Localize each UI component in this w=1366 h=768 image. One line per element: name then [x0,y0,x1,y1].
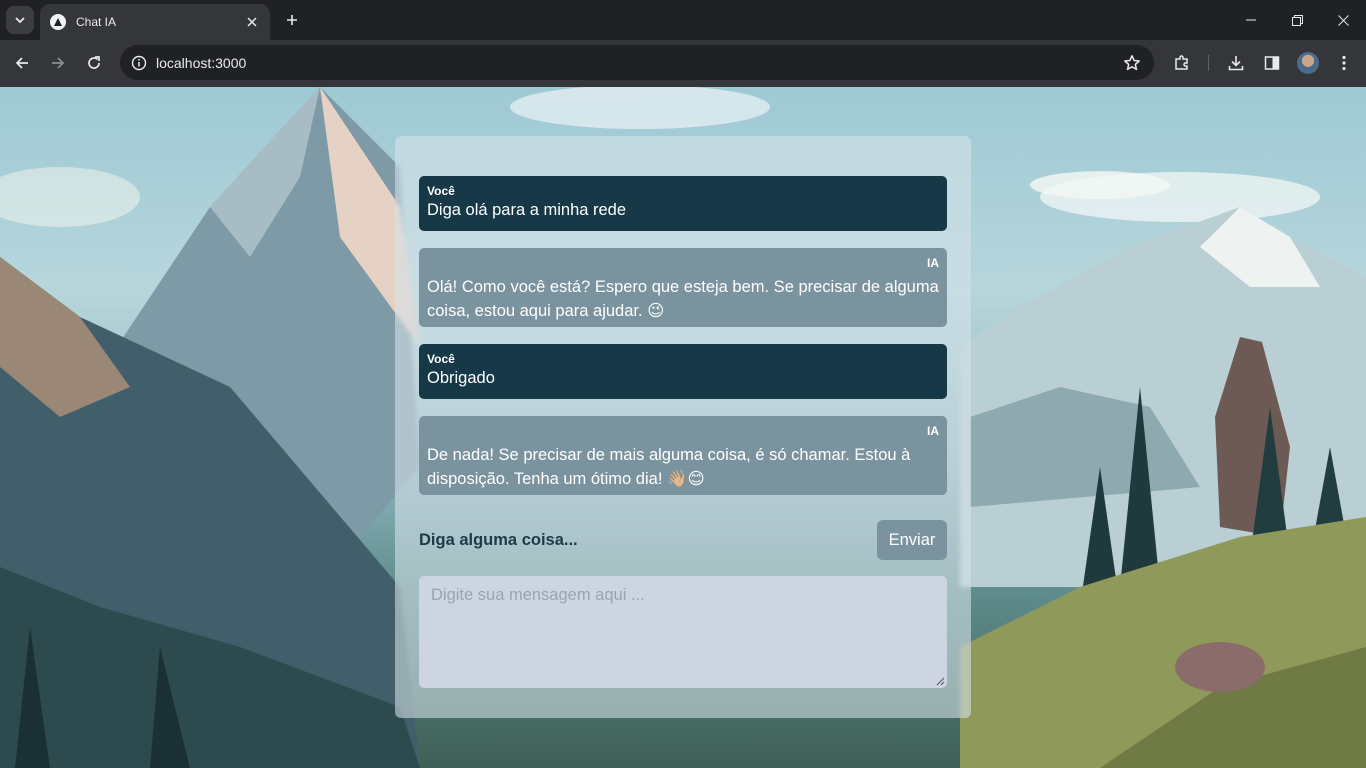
send-button[interactable]: Enviar [877,520,947,560]
browser-tab-bar: Chat IA [0,0,1366,40]
close-window-button[interactable] [1320,0,1366,40]
arrow-left-icon [15,57,28,69]
new-tab-button[interactable] [280,8,304,32]
forward-button[interactable] [46,51,70,75]
reload-button[interactable] [82,51,106,75]
chat-message-ai: IA Olá! Como você está? Espero que estej… [419,248,947,327]
prompt-row: Diga alguma coisa... Enviar [419,520,947,560]
chat-card: Você Diga olá para a minha rede IA Olá! … [395,136,971,718]
message-sender: Você [427,352,455,366]
message-textarea[interactable]: Digite sua mensagem aqui ... [419,576,947,688]
restore-icon [1291,14,1303,26]
close-icon [1337,14,1349,26]
toolbar-separator [1208,55,1209,71]
address-bar[interactable]: localhost:3000 [120,45,1154,80]
bookmark-button[interactable] [1120,51,1144,75]
browser-tab-active[interactable]: Chat IA [40,4,270,40]
message-text: Diga olá para a minha rede [427,201,627,219]
tab-title: Chat IA [76,15,117,29]
download-icon [1228,56,1244,71]
message-sender: IA [927,256,939,270]
textarea-placeholder: Digite sua mensagem aqui ... [431,586,645,604]
url-text[interactable]: localhost:3000 [156,55,1120,71]
browser-toolbar: localhost:3000 [0,40,1366,87]
resize-handle-icon[interactable] [935,676,945,686]
chat-message-user: Você Obrigado [419,344,947,399]
back-button[interactable] [10,51,34,75]
restore-button[interactable] [1274,0,1320,40]
chat-message-ai: IA De nada! Se precisar de mais alguma c… [419,416,947,495]
reload-icon [88,56,100,69]
triangle-logo-icon [50,14,66,30]
window-controls [1228,0,1366,40]
page-viewport: Você Diga olá para a minha rede IA Olá! … [0,87,1366,768]
minimize-icon [1246,19,1256,21]
side-panel-button[interactable] [1260,51,1284,75]
message-text: Obrigado [427,369,495,387]
message-text: Olá! Como você está? Espero que esteja b… [427,278,939,320]
puzzle-icon [1175,55,1188,70]
close-icon [247,17,257,27]
profile-avatar[interactable] [1297,52,1319,74]
info-icon[interactable] [130,54,148,72]
side-panel-icon [1264,56,1280,70]
chat-message-user: Você Diga olá para a minha rede [419,176,947,231]
message-sender: IA [927,424,939,438]
chevron-down-icon [15,17,25,24]
minimize-button[interactable] [1228,0,1274,40]
prompt-label: Diga alguma coisa... [419,530,578,549]
message-sender: Você [427,184,455,198]
menu-button[interactable] [1332,51,1356,75]
message-text: De nada! Se precisar de mais alguma cois… [427,446,911,488]
downloads-button[interactable] [1224,51,1248,75]
star-icon [1124,54,1140,70]
tab-close-button[interactable] [244,14,260,30]
plus-icon [287,15,297,25]
extensions-button[interactable] [1170,51,1194,75]
kebab-menu-icon [1342,55,1346,71]
tab-search-button[interactable] [6,6,34,34]
arrow-right-icon [52,57,65,69]
